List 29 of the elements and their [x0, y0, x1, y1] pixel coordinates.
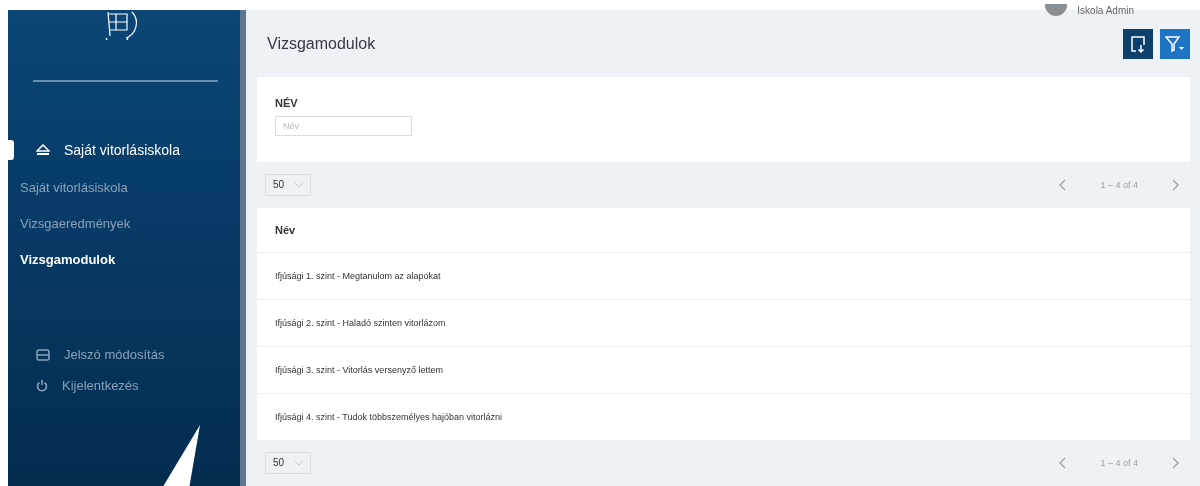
- download-icon: [1130, 35, 1146, 54]
- page-range: 1 – 4 of 4: [1100, 457, 1138, 468]
- user-name: Iskola Admin: [1077, 4, 1134, 16]
- avatar-icon: [1045, 4, 1068, 16]
- page-size-select[interactable]: 50: [265, 451, 311, 474]
- table-cell[interactable]: Ifjúsági 3. szint - Vitorlás versenyző lettem: [257, 346, 1190, 394]
- power-icon: [36, 379, 48, 392]
- sidebar-link[interactable]: Kijelentkezés: [62, 378, 139, 393]
- filter-icon: [1165, 35, 1185, 54]
- name-input-field[interactable]: Név: [275, 115, 412, 136]
- filter-button[interactable]: [1160, 29, 1190, 60]
- chevron-down-icon: [294, 181, 305, 188]
- export-button[interactable]: [1123, 29, 1153, 60]
- sidebar-section-label[interactable]: Saját vitorlásiskola: [64, 142, 180, 158]
- sidebar-link[interactable]: Jelszó módosítás: [64, 347, 165, 362]
- sidebar-item[interactable]: Saját vitorlásiskola: [20, 175, 240, 200]
- sidebar-item[interactable]: Vizsgaeredmények: [20, 211, 240, 236]
- table-cell[interactable]: Ifjúsági 4. szint - Tudok többszemélyes hajóban vitorlázni: [257, 393, 1190, 440]
- lock-icon: [36, 348, 50, 361]
- field-label: NÉV: [275, 96, 299, 109]
- page-size-select[interactable]: 50: [265, 173, 311, 196]
- column-header: Név: [257, 207, 1190, 253]
- page-range: 1 – 4 of 4: [1100, 179, 1138, 190]
- page-title: Vizsgamodulok: [267, 35, 377, 54]
- chevron-down-icon: [294, 459, 305, 466]
- eject-icon: [36, 144, 50, 156]
- table-cell[interactable]: Ifjúsági 2. szint - Haladó szinten vitorlázom: [257, 299, 1190, 347]
- table-cell[interactable]: Ifjúsági 1. szint - Megtanulom az alapokat: [257, 252, 1190, 300]
- sidebar-item[interactable]: Vizsgamodulok: [20, 247, 240, 272]
